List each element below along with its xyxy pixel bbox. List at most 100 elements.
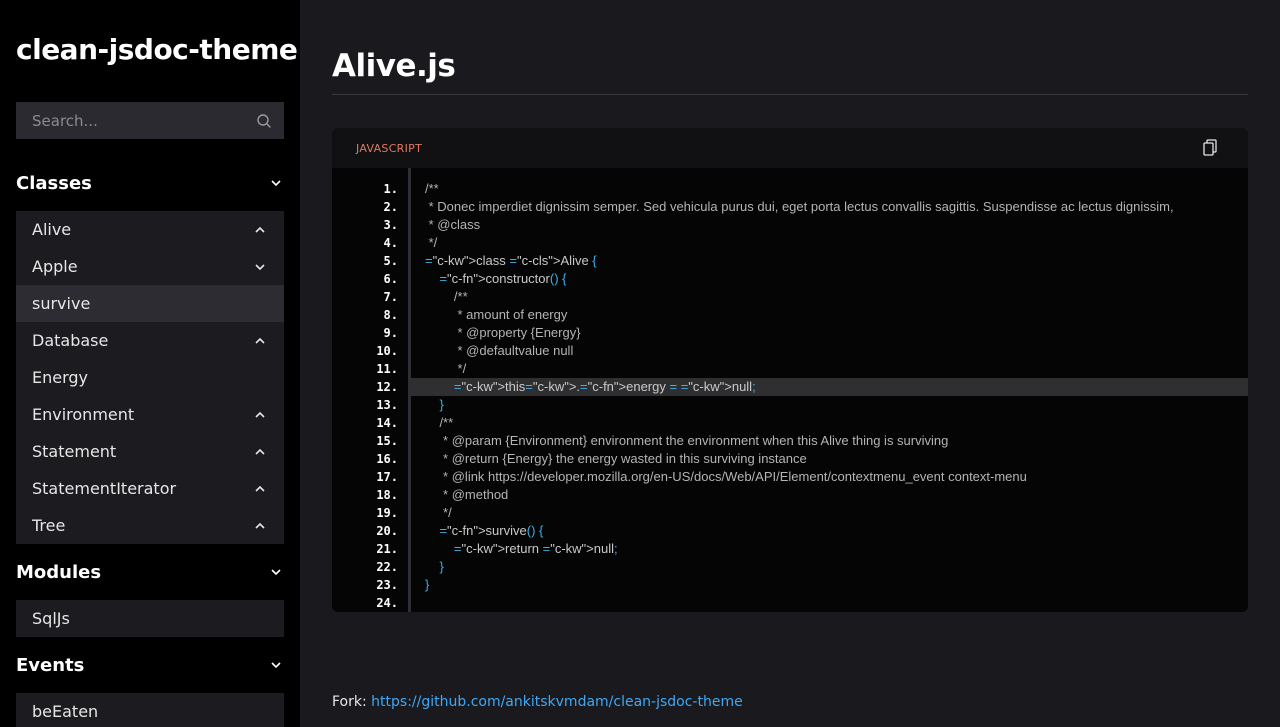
chevron-up-icon[interactable] (252, 444, 268, 460)
search-box (16, 102, 284, 139)
code-line: 1. /** (332, 180, 1248, 198)
section-events[interactable]: Events (16, 650, 284, 680)
footer: Fork: https://github.com/ankitskvmdam/cl… (332, 694, 743, 710)
chevron-up-icon[interactable] (252, 407, 268, 423)
code-line: 14. /** (332, 414, 1248, 432)
sidebar-item-label: Apple (32, 257, 78, 276)
chevron-down-icon (268, 175, 284, 191)
code-text: * @defaultvalue null (425, 343, 574, 358)
chevron-up-icon[interactable] (252, 222, 268, 238)
sidebar-item-label: Statement (32, 442, 117, 461)
code-line: 18. * @method (332, 486, 1248, 504)
section-classes[interactable]: Classes (16, 168, 284, 198)
code-text: /** (425, 289, 468, 304)
line-number: 19. (376, 506, 398, 520)
code-body: 1. /** 2. * Donec imperdiet dignissim semp… (332, 168, 1248, 612)
sidebar-item-apple[interactable]: Apple (16, 248, 284, 285)
main-content: Alive.js JAVASCRIPT 1. /** 2. * Donec impe… (332, 0, 1248, 727)
line-number: 21. (376, 542, 398, 556)
line-number: 20. (376, 524, 398, 538)
code-text: /** (425, 415, 454, 430)
sidebar-item-environment[interactable]: Environment (16, 396, 284, 433)
code-line: 9. * @property {Energy} (332, 324, 1248, 342)
code-line: 13. } (332, 396, 1248, 414)
code-text: * @method (425, 487, 509, 502)
sidebar-item-statement[interactable]: Statement (16, 433, 284, 470)
line-number: 5. (383, 254, 398, 268)
line-number: 17. (376, 470, 398, 484)
code-line: 11. */ (332, 360, 1248, 378)
code-text: ="c-fn">survive() { (439, 523, 544, 538)
code-text: * @return {Energy} the energy wasted in … (425, 451, 807, 466)
code-text: * @property {Energy} (425, 325, 581, 340)
code-line: 24. (332, 594, 1248, 612)
code-line: 15. * @param {Environment} environment t… (332, 432, 1248, 450)
search-input[interactable] (16, 102, 244, 139)
sidebar-item-label: Alive (32, 220, 72, 239)
code-line: 21. ="c-kw">return ="c-kw">null; (332, 540, 1248, 558)
code-text: ="c-fn">constructor() { (439, 271, 567, 286)
chevron-up-icon[interactable] (252, 481, 268, 497)
code-line: 16. * @return {Energy} the energy wasted… (332, 450, 1248, 468)
line-number: 12. (376, 380, 398, 394)
sidebar-item-sqljs[interactable]: SqlJs (16, 600, 284, 637)
chevron-down-icon (268, 564, 284, 580)
sidebar-item-beeaten[interactable]: beEaten (16, 693, 284, 727)
line-number: 15. (376, 434, 398, 448)
chevron-up-icon[interactable] (252, 333, 268, 349)
line-number: 16. (376, 452, 398, 466)
code-text: * @param {Environment} environment the e… (425, 433, 949, 448)
code-line: 2. * Donec imperdiet dignissim semper. S… (332, 198, 1248, 216)
sidebar-item-alive[interactable]: Alive (16, 211, 284, 248)
code-line: 7. /** (332, 288, 1248, 306)
code-text: } (439, 397, 444, 412)
code-text: ="c-kw">class ="c-cls">Alive { (425, 253, 597, 268)
sidebar-item-label: survive (32, 294, 91, 313)
sidebar-item-database[interactable]: Database (16, 322, 284, 359)
code-text: ="c-kw">this="c-kw">.="c-fn">energy = ="… (453, 379, 756, 394)
code-line: 8. * amount of energy (332, 306, 1248, 324)
events-list: beEaten (16, 693, 284, 727)
code-line: 19. */ (332, 504, 1248, 522)
code-text: } (425, 577, 430, 592)
sidebar-item-tree[interactable]: Tree (16, 507, 284, 544)
code-language-label: JAVASCRIPT (356, 142, 423, 155)
code-line: 5. ="c-kw">class ="c-cls">Alive { (332, 252, 1248, 270)
code-text: * @link https://developer.mozilla.org/en… (425, 469, 1027, 484)
copy-icon[interactable] (1200, 138, 1220, 158)
line-number: 13. (376, 398, 398, 412)
line-number: 2. (383, 200, 398, 214)
line-number: 10. (376, 344, 398, 358)
search-icon[interactable] (244, 102, 284, 139)
code-block: JAVASCRIPT 1. /** 2. * Donec imperdiet dig… (332, 128, 1248, 612)
chevron-up-icon[interactable] (252, 518, 268, 534)
sidebar-item-survive[interactable]: survive (16, 285, 284, 322)
sidebar-item-energy[interactable]: Energy (16, 359, 284, 396)
footer-prefix: Fork: (332, 694, 372, 710)
code-text: */ (425, 505, 452, 520)
sidebar: clean-jsdoc-theme Classes Alive Apple surv… (0, 0, 300, 727)
line-number: 11. (376, 362, 398, 376)
fork-link[interactable]: https://github.com/ankitskvmdam/clean-js… (371, 694, 743, 710)
line-number: 22. (376, 560, 398, 574)
code-text: ="c-kw">return ="c-kw">null; (453, 541, 618, 556)
code-line: 3. * @class (332, 216, 1248, 234)
sidebar-item-label: StatementIterator (32, 479, 177, 498)
line-number: 6. (383, 272, 398, 286)
chevron-down-icon (268, 657, 284, 673)
code-line: 17. * @link https://developer.mozilla.or… (332, 468, 1248, 486)
classes-list: Alive Apple survive Database Energy Environme… (16, 211, 284, 544)
code-text: * @class (425, 217, 481, 232)
code-text: * amount of energy (425, 307, 568, 322)
sidebar-item-statementiterator[interactable]: StatementIterator (16, 470, 284, 507)
section-modules[interactable]: Modules (16, 557, 284, 587)
code-line: 4. */ (332, 234, 1248, 252)
project-title[interactable]: clean-jsdoc-theme (16, 33, 298, 66)
modules-list: SqlJs (16, 600, 284, 637)
line-number: 18. (376, 488, 398, 502)
code-line: 22. } (332, 558, 1248, 576)
chevron-down-icon[interactable] (252, 259, 268, 275)
line-number: 1. (383, 182, 398, 196)
line-number: 14. (376, 416, 398, 430)
line-number: 23. (376, 578, 398, 592)
